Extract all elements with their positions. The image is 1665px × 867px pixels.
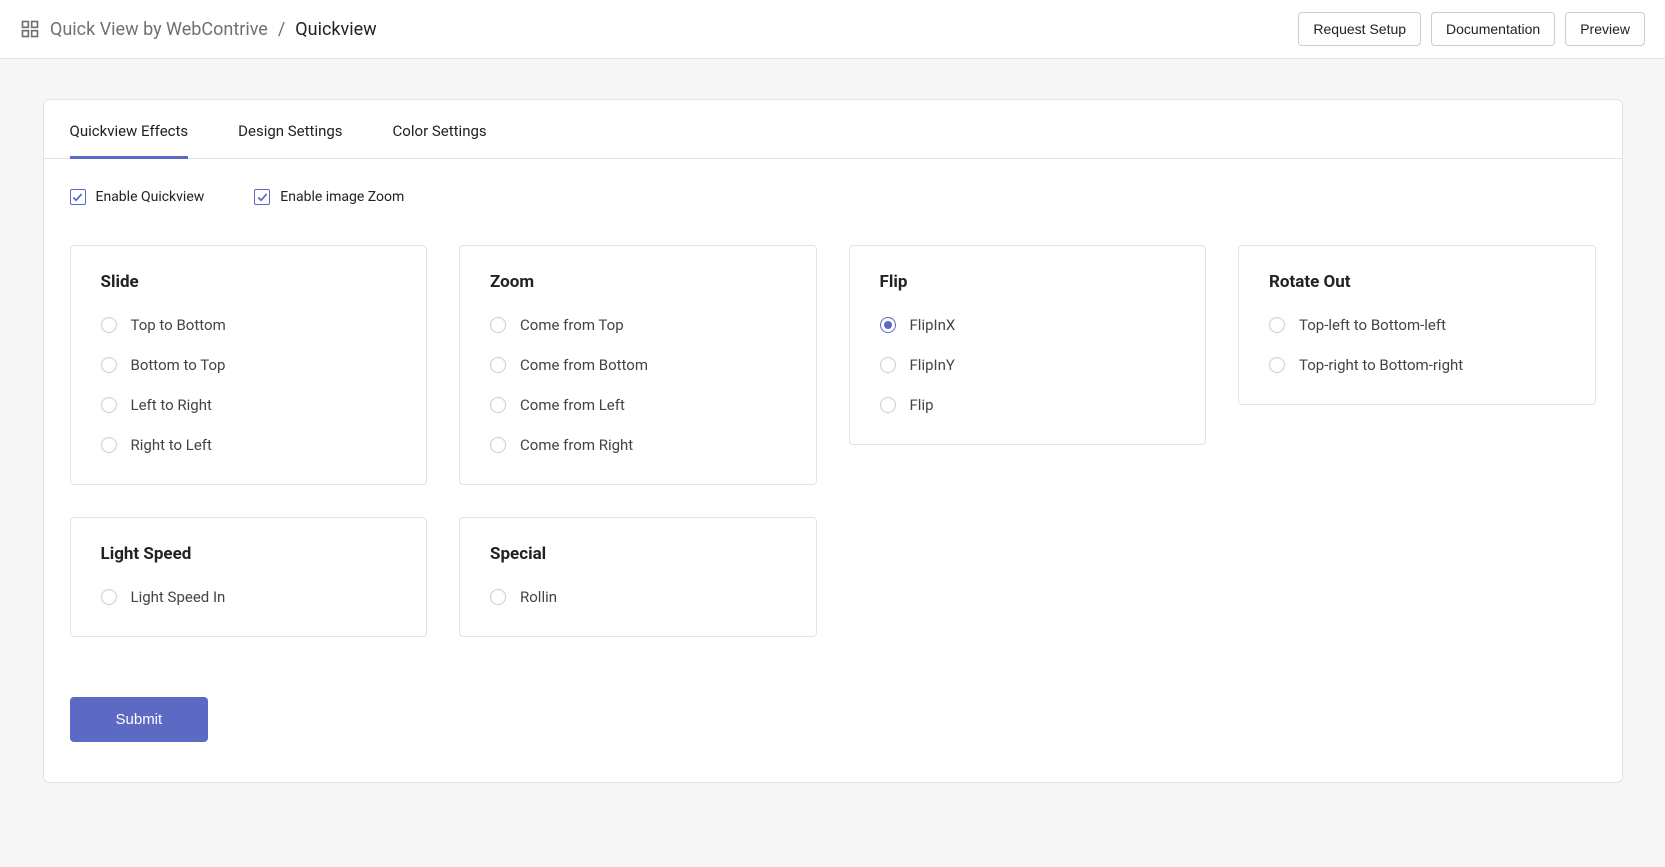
radio-come-from-top[interactable]: Come from Top <box>490 316 786 334</box>
radio-label: Top-right to Bottom-right <box>1299 356 1463 374</box>
tab-quickview-effects[interactable]: Quickview Effects <box>70 100 189 158</box>
tab-color-settings[interactable]: Color Settings <box>393 100 487 158</box>
radio-label: Come from Right <box>520 436 633 454</box>
radio-icon <box>490 317 506 333</box>
apps-icon <box>20 19 40 39</box>
topbar: Quick View by WebContrive / Quickview Re… <box>0 0 1665 59</box>
tab-design-settings[interactable]: Design Settings <box>238 100 342 158</box>
radio-label: Flip <box>910 396 934 414</box>
radio-left-to-right[interactable]: Left to Right <box>101 396 397 414</box>
radio-icon <box>101 589 117 605</box>
radio-label: FlipInY <box>910 356 955 374</box>
radio-label: Top-left to Bottom-left <box>1299 316 1446 334</box>
breadcrumb-separator: / <box>278 19 285 40</box>
breadcrumb: Quick View by WebContrive / Quickview <box>20 19 377 40</box>
radio-icon <box>880 397 896 413</box>
settings-panel: Quickview Effects Design Settings Color … <box>43 99 1623 783</box>
radio-label: Light Speed In <box>131 588 226 606</box>
radio-icon <box>490 397 506 413</box>
radio-come-from-bottom[interactable]: Come from Bottom <box>490 356 786 374</box>
group-title: Light Speed <box>101 544 397 564</box>
breadcrumb-page-name: Quickview <box>295 19 376 40</box>
checkbox-label: Enable Quickview <box>96 189 205 205</box>
group-special: Special Rollin <box>459 517 817 637</box>
radio-icon <box>880 317 896 333</box>
radio-icon <box>101 397 117 413</box>
submit-button[interactable]: Submit <box>70 697 209 742</box>
radio-tl-bl[interactable]: Top-left to Bottom-left <box>1269 316 1565 334</box>
checkbox-enable-image-zoom[interactable]: Enable image Zoom <box>254 189 404 205</box>
radio-icon <box>490 437 506 453</box>
group-slide: Slide Top to Bottom Bottom to Top Left t… <box>70 245 428 485</box>
radio-icon <box>490 357 506 373</box>
radio-label: Come from Bottom <box>520 356 648 374</box>
radio-come-from-left[interactable]: Come from Left <box>490 396 786 414</box>
radio-flipinx[interactable]: FlipInX <box>880 316 1176 334</box>
radio-label: Bottom to Top <box>131 356 226 374</box>
group-title: Zoom <box>490 272 786 292</box>
radio-icon <box>1269 357 1285 373</box>
checkbox-label: Enable image Zoom <box>280 189 404 205</box>
radio-icon <box>101 317 117 333</box>
radio-icon <box>101 357 117 373</box>
radio-right-to-left[interactable]: Right to Left <box>101 436 397 454</box>
radio-icon <box>880 357 896 373</box>
radio-icon <box>101 437 117 453</box>
radio-icon <box>1269 317 1285 333</box>
radio-bottom-to-top[interactable]: Bottom to Top <box>101 356 397 374</box>
radio-label: Rollin <box>520 588 557 606</box>
radio-label: Come from Left <box>520 396 625 414</box>
group-rotate-out: Rotate Out Top-left to Bottom-left Top-r… <box>1238 245 1596 405</box>
checkbox-enable-quickview[interactable]: Enable Quickview <box>70 189 205 205</box>
radio-icon <box>490 589 506 605</box>
preview-button[interactable]: Preview <box>1565 12 1645 46</box>
check-icon <box>254 189 270 205</box>
group-title: Rotate Out <box>1269 272 1565 292</box>
check-icon <box>70 189 86 205</box>
radio-flip[interactable]: Flip <box>880 396 1176 414</box>
radio-tr-br[interactable]: Top-right to Bottom-right <box>1269 356 1565 374</box>
radio-rollin[interactable]: Rollin <box>490 588 786 606</box>
radio-flipiny[interactable]: FlipInY <box>880 356 1176 374</box>
radio-light-speed-in[interactable]: Light Speed In <box>101 588 397 606</box>
group-light-speed: Light Speed Light Speed In <box>70 517 428 637</box>
group-title: Slide <box>101 272 397 292</box>
radio-label: FlipInX <box>910 316 956 334</box>
radio-label: Come from Top <box>520 316 624 334</box>
documentation-button[interactable]: Documentation <box>1431 12 1555 46</box>
topbar-actions: Request Setup Documentation Preview <box>1298 12 1645 46</box>
radio-come-from-right[interactable]: Come from Right <box>490 436 786 454</box>
breadcrumb-app-name[interactable]: Quick View by WebContrive <box>50 19 268 40</box>
request-setup-button[interactable]: Request Setup <box>1298 12 1421 46</box>
group-zoom: Zoom Come from Top Come from Bottom Come… <box>459 245 817 485</box>
group-flip: Flip FlipInX FlipInY Flip <box>849 245 1207 445</box>
radio-label: Top to Bottom <box>131 316 226 334</box>
radio-label: Left to Right <box>131 396 212 414</box>
group-title: Special <box>490 544 786 564</box>
checkbox-row: Enable Quickview Enable image Zoom <box>70 189 1596 205</box>
radio-label: Right to Left <box>131 436 212 454</box>
group-title: Flip <box>880 272 1176 292</box>
radio-top-to-bottom[interactable]: Top to Bottom <box>101 316 397 334</box>
tabs: Quickview Effects Design Settings Color … <box>44 100 1622 159</box>
